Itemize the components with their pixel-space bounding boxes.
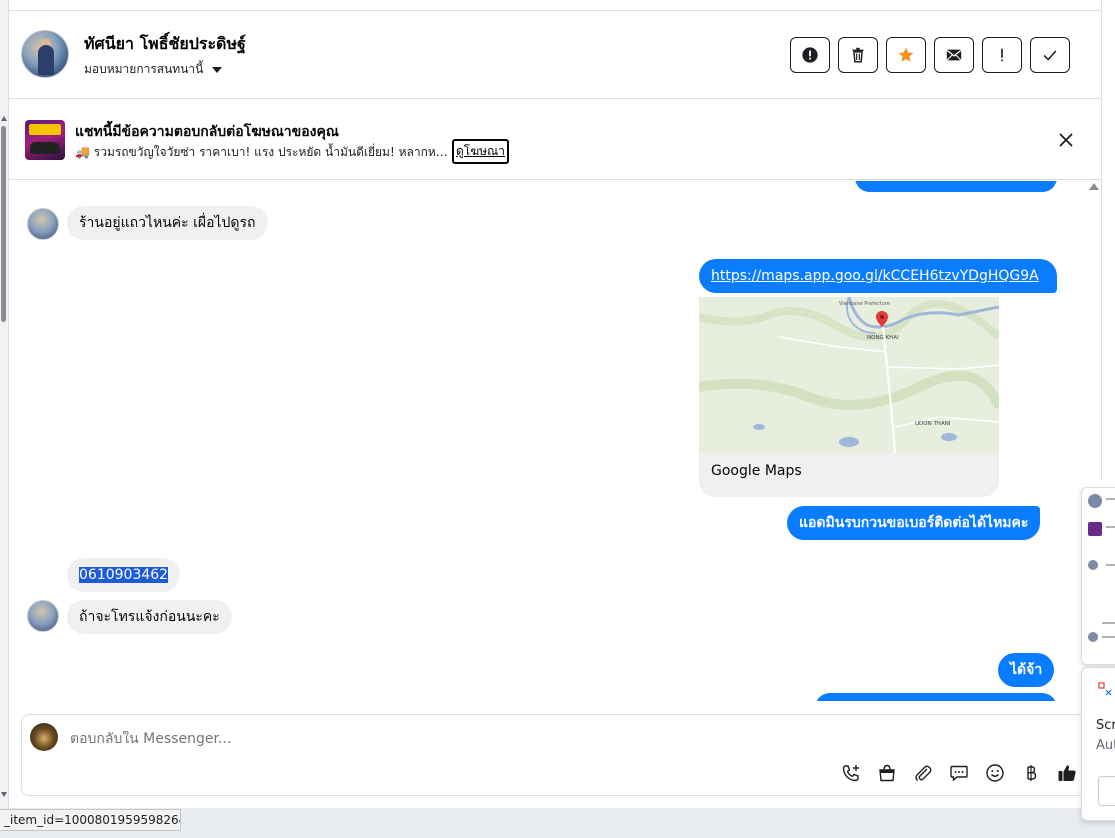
check-icon <box>1043 50 1057 61</box>
ad-banner-description: 🚚 รวมรถขวัญใจวัยซ่า ราคาเบา! แรง ประหยัด… <box>75 145 455 159</box>
delete-button[interactable] <box>838 37 878 73</box>
popup-title: Scr <box>1096 718 1115 733</box>
divider <box>1101 0 1102 480</box>
contact-name[interactable]: ทัศนียา โพธิ์ชัยประดิษฐ์ <box>84 32 246 57</box>
reply-composer <box>21 714 1089 796</box>
paperclip-icon <box>915 765 932 781</box>
popup-subtitle: Aut <box>1096 738 1115 753</box>
shop-button[interactable] <box>876 762 898 784</box>
scroll-up-arrow-icon[interactable] <box>1 116 7 121</box>
side-panel-avatar[interactable] <box>1088 632 1098 642</box>
assign-label: มอบหมายการสนทนานี้ <box>84 62 204 76</box>
shopping-bag-icon <box>879 764 895 782</box>
map-label-city1: NONG KHAI <box>867 335 899 341</box>
conversation-header: ทัศนียา โพธิ์ชัยประดิษฐ์ มอบหมายการสนทนา… <box>9 11 1101 99</box>
popup-button[interactable] <box>1098 776 1115 806</box>
extension-popup[interactable]: Scr Aut <box>1081 667 1115 821</box>
browser-status-bar: _item_id=100080195959826&t... <box>0 809 181 831</box>
ad-thumbnail[interactable] <box>25 120 65 160</box>
page-avatar <box>30 723 58 751</box>
assign-conversation-dropdown[interactable]: มอบหมายการสนทนานี้ <box>84 60 223 79</box>
message-bubble-incoming[interactable]: ร้านอยู่แถวไหนค่ะ เผื่อไปดูรถ <box>67 206 268 240</box>
call-button[interactable] <box>840 762 862 784</box>
left-scrollbar[interactable] <box>0 0 9 808</box>
composer-toolbar <box>840 762 1078 784</box>
saved-replies-button[interactable] <box>948 762 970 784</box>
exclamation-icon <box>1001 48 1003 62</box>
scrollbar-thumb[interactable] <box>1 126 6 322</box>
map-label-city2: UDON THANI <box>915 421 951 427</box>
message-bubble-incoming[interactable]: ถ้าจะโทรแจ้งก่อนนะคะ <box>67 600 232 634</box>
message-thread[interactable]: ร้านอยู่แถวไหนค่ะ เผื่อไปดูรถ https://ma… <box>9 181 1087 701</box>
follow-up-button[interactable] <box>982 37 1022 73</box>
contact-avatar-small[interactable] <box>27 208 59 240</box>
caret-down-icon <box>212 67 223 73</box>
map-preview-card[interactable]: Vientiane Prefecture NONG KHAI UDON THAN… <box>699 297 999 497</box>
baht-icon <box>1027 765 1037 781</box>
contact-avatar-small[interactable] <box>27 600 59 632</box>
mark-spam-button[interactable] <box>790 37 830 73</box>
phone-plus-icon <box>842 765 859 782</box>
view-ad-link[interactable]: ดูโฆษณา <box>452 139 509 164</box>
selected-phone-number[interactable]: 0610903462 <box>79 567 169 583</box>
map-caption: Google Maps <box>711 463 802 479</box>
star-icon <box>898 47 914 62</box>
payment-button[interactable] <box>1020 762 1042 784</box>
side-panel-avatar[interactable] <box>1088 522 1102 536</box>
scroll-down-arrow-icon[interactable] <box>1 792 7 797</box>
contact-avatar[interactable] <box>21 30 69 78</box>
side-panel-avatar[interactable] <box>1088 560 1098 570</box>
mark-unread-button[interactable] <box>934 37 974 73</box>
smiley-icon <box>986 764 1004 782</box>
reply-input[interactable] <box>70 731 470 747</box>
side-panel-avatar[interactable] <box>1088 494 1102 508</box>
chat-scroll-up-icon[interactable] <box>1089 183 1099 190</box>
message-bubble-outgoing-cut[interactable] <box>855 181 1057 192</box>
attach-button[interactable] <box>912 762 934 784</box>
ad-reply-banner: แชทนี้มีข้อความตอบกลับต่อโฆษณาของคุณ 🚚 ร… <box>9 100 1101 180</box>
alert-circle-icon <box>802 47 818 63</box>
mark-done-button[interactable] <box>1030 37 1070 73</box>
envelope-icon <box>946 49 962 61</box>
star-button[interactable] <box>886 37 926 73</box>
chat-dots-icon <box>950 765 968 782</box>
like-button[interactable] <box>1056 762 1078 784</box>
close-icon[interactable] <box>1056 130 1076 150</box>
extension-logo-icon <box>1098 682 1112 696</box>
message-bubble-outgoing-cut[interactable] <box>815 693 1057 701</box>
thumbs-up-icon <box>1058 765 1076 781</box>
header-actions <box>790 37 1070 73</box>
message-bubble-incoming[interactable]: 0610903462 <box>67 558 181 592</box>
trash-icon <box>852 47 864 63</box>
message-bubble-outgoing[interactable]: ได้จ้า <box>998 653 1055 687</box>
emoji-button[interactable] <box>984 762 1006 784</box>
ad-banner-title: แชทนี้มีข้อความตอบกลับต่อโฆษณาของคุณ <box>75 124 339 140</box>
map-link-bubble[interactable]: https://maps.app.goo.gl/kCCEH6tzvYDgHQG9… <box>699 259 1057 293</box>
message-bubble-outgoing[interactable]: แอดมินรบกวนขอเบอร์ติดต่อได้ไหมคะ <box>787 506 1041 540</box>
messenger-inbox-page: ทัศนียา โพธิ์ชัยประดิษฐ์ มอบหมายการสนทนา… <box>0 0 1115 838</box>
side-chat-panel[interactable] <box>1081 487 1115 665</box>
map-image: Vientiane Prefecture NONG KHAI UDON THAN… <box>699 297 999 453</box>
map-label-top: Vientiane Prefecture <box>839 301 890 307</box>
